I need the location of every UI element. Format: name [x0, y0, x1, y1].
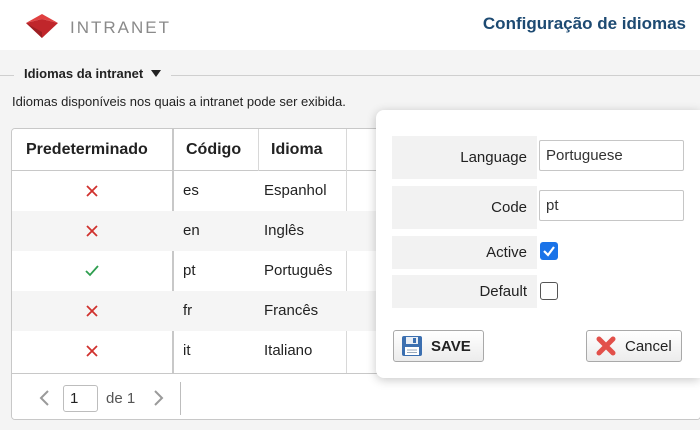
- cancel-button-label: Cancel: [625, 337, 672, 355]
- chevron-right-icon: [154, 390, 164, 406]
- logo-icon: [24, 8, 60, 47]
- section-title: Idiomas da intranet: [24, 66, 144, 81]
- section-description: Idiomas disponíveis nos quais a intranet…: [12, 94, 346, 109]
- page-of-label: de: [106, 390, 123, 407]
- language-input[interactable]: [539, 140, 684, 171]
- cancel-button[interactable]: Cancel: [586, 330, 682, 362]
- page-title: Configuração de idiomas: [482, 14, 686, 33]
- language-cell: Espanhol: [264, 182, 327, 199]
- cross-icon: [12, 331, 172, 371]
- cross-icon: [12, 171, 172, 211]
- caret-down-icon: [151, 70, 162, 77]
- language-cell: Inglês: [264, 222, 305, 239]
- page-total: de 1: [106, 390, 135, 407]
- language-cell: Francês: [264, 302, 319, 319]
- code-label: Code: [392, 186, 537, 229]
- section-toggle[interactable]: Idiomas da intranet: [14, 66, 172, 81]
- language-cell: Italiano: [264, 342, 313, 359]
- logo-text: INTRANET: [70, 17, 171, 37]
- column-header-code[interactable]: Código: [186, 129, 241, 171]
- floppy-disk-icon: [402, 336, 422, 356]
- check-icon: [12, 251, 172, 291]
- default-checkbox[interactable]: [540, 282, 558, 300]
- cross-icon: [12, 291, 172, 331]
- save-button[interactable]: SAVE: [393, 330, 484, 362]
- top-bar: INTRANET Configuração de idiomas: [0, 0, 700, 50]
- chevron-left-icon: [39, 390, 49, 406]
- column-header-default[interactable]: Predeterminado: [26, 129, 148, 171]
- language-cell: Português: [264, 262, 333, 279]
- code-cell: fr: [183, 302, 193, 319]
- page-number-input[interactable]: [63, 385, 98, 412]
- code-cell: en: [183, 222, 200, 239]
- column-divider: [258, 129, 259, 171]
- pager-divider: [180, 382, 181, 415]
- intranet-logo[interactable]: INTRANET: [24, 8, 171, 47]
- checkmark-icon: [543, 246, 555, 257]
- save-button-label: SAVE: [431, 337, 471, 355]
- page-total-count: 1: [126, 390, 136, 407]
- language-label: Language: [392, 136, 537, 179]
- code-input[interactable]: [539, 190, 684, 221]
- column-header-language[interactable]: Idioma: [271, 129, 323, 171]
- active-checkbox[interactable]: [540, 242, 558, 260]
- close-icon: [596, 336, 616, 356]
- cross-icon: [12, 211, 172, 251]
- code-cell: it: [183, 342, 191, 359]
- prev-page-button[interactable]: [34, 386, 54, 410]
- next-page-button[interactable]: [149, 386, 169, 410]
- pagination-bar: de 1: [12, 373, 700, 419]
- active-label: Active: [392, 236, 537, 269]
- code-cell: pt: [183, 262, 196, 279]
- default-label: Default: [392, 275, 537, 308]
- code-cell: es: [183, 182, 199, 199]
- edit-language-panel: Language Code Active Default SAVE Cancel: [376, 110, 700, 378]
